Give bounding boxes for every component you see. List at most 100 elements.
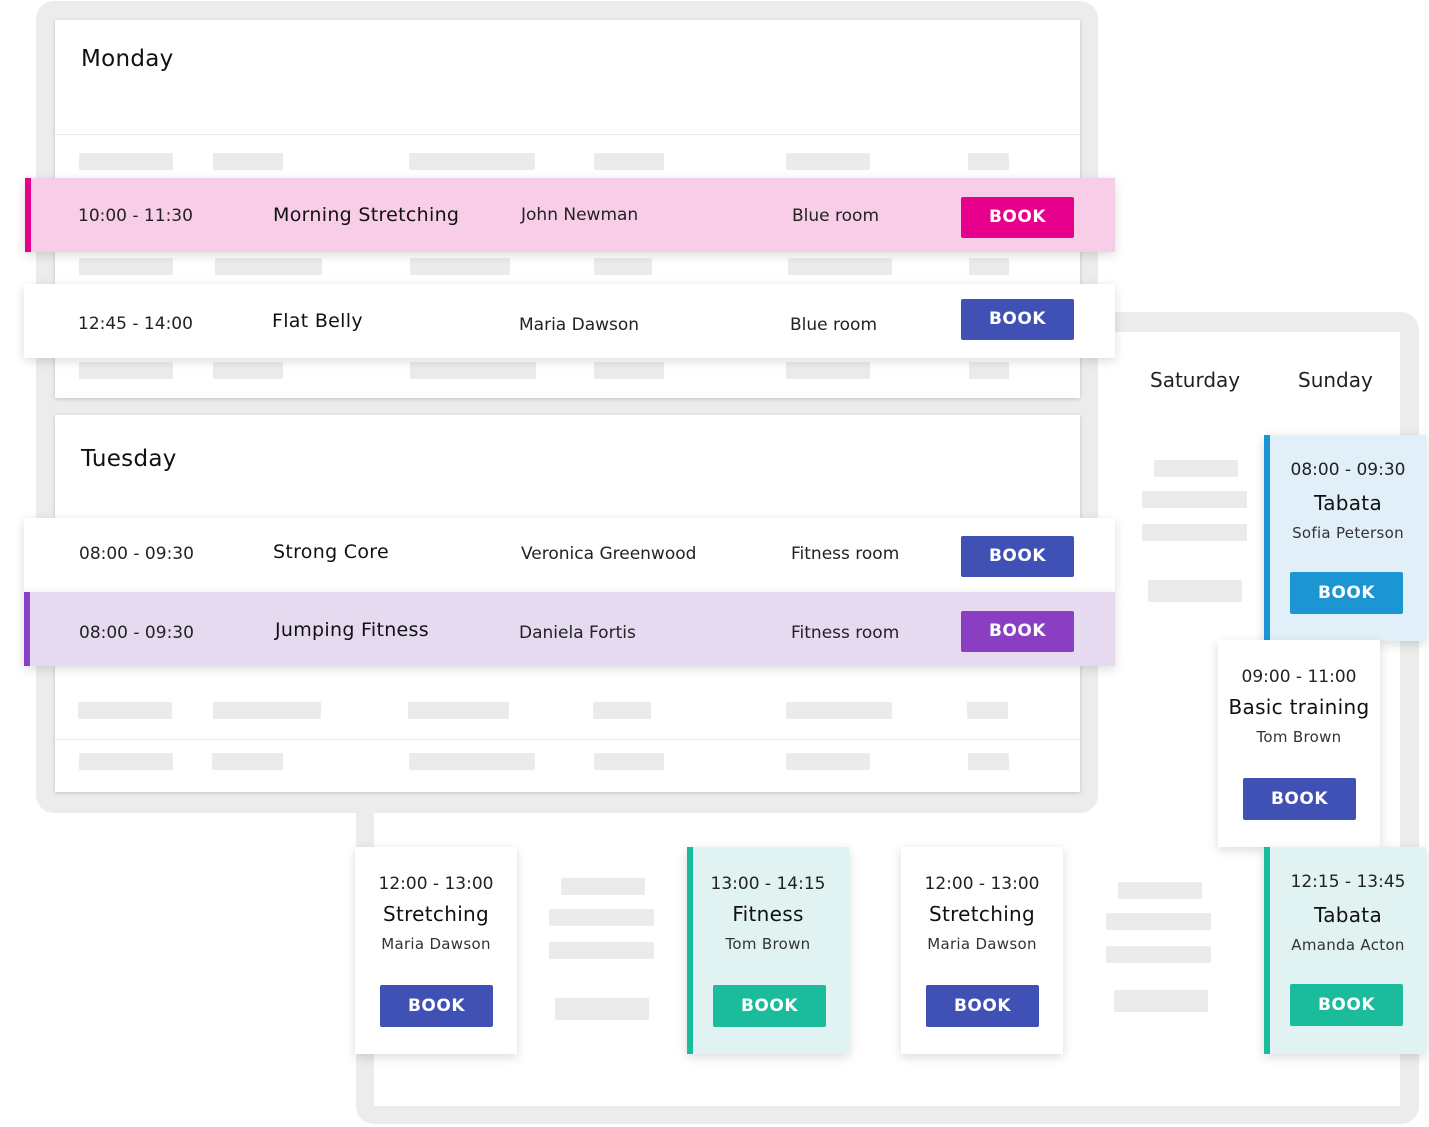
placeholder-bar: [786, 153, 870, 170]
class-row-jumping-fitness[interactable]: 08:00 - 09:30 Jumping Fitness Daniela Fo…: [24, 592, 1115, 666]
placeholder-bar: [594, 258, 652, 275]
book-button[interactable]: BOOK: [926, 985, 1039, 1027]
class-row-flat-belly[interactable]: 12:45 - 14:00 Flat Belly Maria Dawson Bl…: [24, 284, 1115, 358]
placeholder-bar: [1106, 913, 1211, 930]
class-name: Strong Core: [273, 541, 389, 563]
class-name: Stretching: [928, 902, 1036, 926]
placeholder-bar: [410, 258, 510, 275]
placeholder-bar: [788, 258, 892, 275]
class-time: 12:15 - 13:45: [1290, 872, 1406, 892]
weekday-header-saturday: Saturday: [1150, 368, 1241, 392]
class-time: 10:00 - 11:30: [78, 206, 193, 226]
placeholder-bar: [968, 153, 1009, 170]
book-button[interactable]: BOOK: [1290, 984, 1403, 1026]
day-title-tuesday: Tuesday: [81, 446, 177, 472]
class-room: Fitness room: [791, 544, 900, 564]
placeholder-bar: [79, 153, 173, 170]
class-instructor: John Newman: [521, 205, 639, 225]
divider: [55, 739, 1080, 740]
book-button[interactable]: BOOK: [380, 985, 493, 1027]
placeholder-bar: [408, 702, 509, 719]
placeholder-bar: [594, 753, 664, 770]
book-button[interactable]: BOOK: [961, 536, 1074, 577]
book-button[interactable]: BOOK: [961, 299, 1074, 340]
class-card-fitness[interactable]: 13:00 - 14:15 Fitness Tom Brown BOOK: [687, 847, 849, 1054]
class-row-morning-stretching[interactable]: 10:00 - 11:30 Morning Stretching John Ne…: [25, 178, 1115, 252]
placeholder-bar: [561, 878, 645, 895]
placeholder-bar: [213, 702, 321, 719]
placeholder-bar: [555, 998, 649, 1020]
placeholder-bar: [594, 153, 664, 170]
placeholder-bar: [786, 702, 892, 719]
class-name: Tabata: [1313, 491, 1382, 515]
row-accent: [25, 178, 31, 252]
class-instructor: Sofia Peterson: [1292, 524, 1404, 542]
placeholder-bar: [213, 362, 283, 379]
placeholder-bar: [594, 362, 664, 379]
divider: [55, 134, 1080, 135]
placeholder-bar: [409, 153, 535, 170]
class-time: 08:00 - 09:30: [79, 544, 194, 564]
class-row-strong-core[interactable]: 08:00 - 09:30 Strong Core Veronica Green…: [24, 518, 1115, 592]
book-button[interactable]: BOOK: [1243, 778, 1356, 820]
class-name: Flat Belly: [272, 310, 363, 332]
class-instructor: Maria Dawson: [381, 935, 491, 953]
class-time: 12:00 - 13:00: [924, 874, 1040, 894]
class-instructor: Maria Dawson: [927, 935, 1037, 953]
book-button[interactable]: BOOK: [961, 197, 1074, 238]
class-name: Fitness: [732, 902, 804, 926]
placeholder-bar: [410, 362, 536, 379]
placeholder-bar: [786, 753, 870, 770]
class-card-tabata[interactable]: 12:15 - 13:45 Tabata Amanda Acton BOOK: [1264, 847, 1426, 1054]
placeholder-bar: [786, 362, 870, 379]
class-card-basic-training[interactable]: 09:00 - 11:00 Basic training Tom Brown B…: [1218, 640, 1380, 847]
class-card-stretching[interactable]: 12:00 - 13:00 Stretching Maria Dawson BO…: [901, 847, 1063, 1054]
class-name: Basic training: [1228, 695, 1370, 719]
class-time: 13:00 - 14:15: [710, 874, 826, 894]
class-time: 08:00 - 09:30: [79, 623, 194, 643]
class-instructor: Daniela Fortis: [519, 623, 636, 643]
placeholder-bar: [79, 362, 173, 379]
placeholder-bar: [969, 258, 1009, 275]
class-name: Jumping Fitness: [275, 619, 429, 641]
class-instructor: Maria Dawson: [519, 315, 640, 335]
placeholder-bar: [78, 702, 172, 719]
weekday-header-sunday: Sunday: [1298, 368, 1373, 392]
placeholder-bar: [549, 909, 654, 926]
class-name: Morning Stretching: [273, 204, 460, 226]
book-button[interactable]: BOOK: [713, 985, 826, 1027]
class-room: Blue room: [792, 206, 880, 226]
class-time: 08:00 - 09:30: [1290, 460, 1406, 480]
row-accent: [24, 592, 30, 666]
placeholder-bar: [215, 258, 322, 275]
class-time: 12:45 - 14:00: [78, 314, 193, 334]
class-time: 12:00 - 13:00: [378, 874, 494, 894]
day-title-monday: Monday: [81, 46, 174, 72]
class-card-stretching[interactable]: 12:00 - 13:00 Stretching Maria Dawson BO…: [355, 847, 517, 1054]
class-time: 09:00 - 11:00: [1241, 667, 1357, 687]
class-card-tabata[interactable]: 08:00 - 09:30 Tabata Sofia Peterson BOOK: [1264, 435, 1426, 641]
class-room: Blue room: [790, 315, 878, 335]
placeholder-bar: [79, 258, 173, 275]
placeholder-bar: [967, 702, 1008, 719]
placeholder-bar: [549, 942, 654, 959]
class-instructor: Veronica Greenwood: [521, 544, 697, 564]
placeholder-bar: [593, 702, 651, 719]
class-name: Tabata: [1313, 903, 1382, 927]
placeholder-bar: [1106, 946, 1211, 963]
class-instructor: Tom Brown: [1256, 728, 1342, 746]
book-button[interactable]: BOOK: [1290, 572, 1403, 614]
book-button[interactable]: BOOK: [961, 611, 1074, 652]
placeholder-bar: [968, 753, 1009, 770]
placeholder-bar: [1142, 491, 1247, 508]
class-instructor: Tom Brown: [725, 935, 811, 953]
placeholder-bar: [79, 753, 173, 770]
class-instructor: Amanda Acton: [1291, 936, 1405, 954]
placeholder-bar: [409, 753, 535, 770]
placeholder-bar: [213, 153, 283, 170]
placeholder-bar: [1154, 460, 1238, 477]
placeholder-bar: [1118, 882, 1202, 899]
class-name: Stretching: [382, 902, 490, 926]
placeholder-bar: [1142, 524, 1247, 541]
placeholder-bar: [1114, 990, 1208, 1012]
